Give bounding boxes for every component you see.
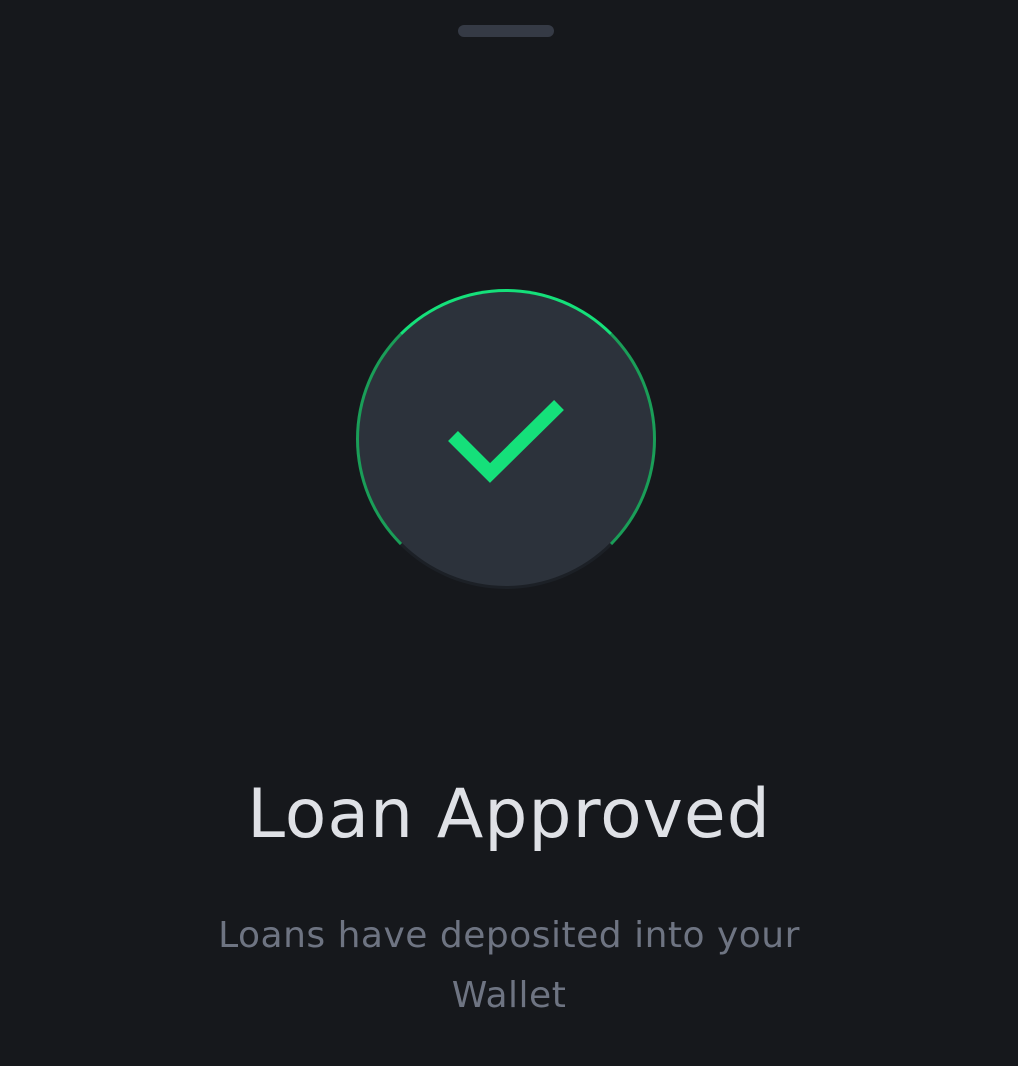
success-message: Loans have deposited into your Wallet: [218, 915, 800, 1016]
check-icon: [448, 400, 564, 483]
page-title: Loan Approved: [247, 775, 771, 854]
success-sheet: Loan Approved Loans have deposited into …: [0, 0, 1018, 1066]
drag-handle[interactable]: [458, 25, 554, 37]
